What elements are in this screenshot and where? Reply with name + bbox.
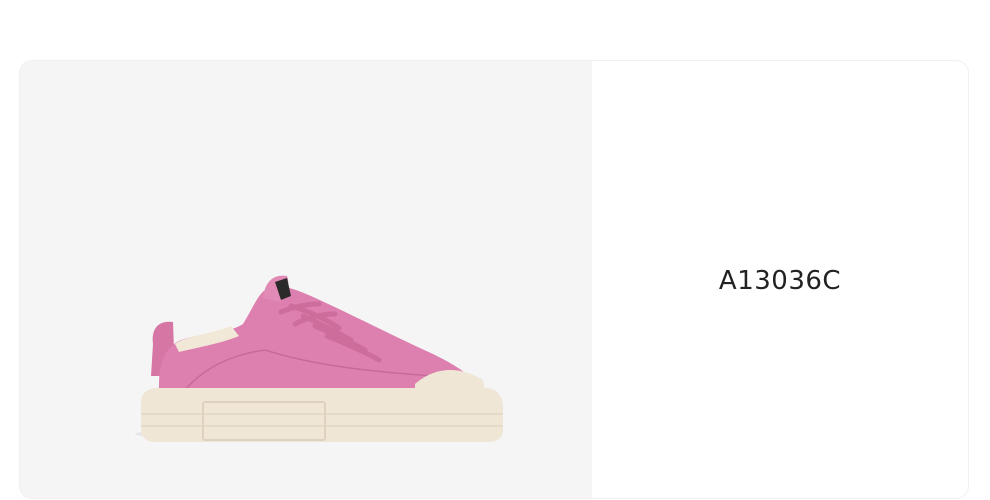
product-image-panel[interactable]	[20, 61, 592, 498]
product-sku: A13036C	[718, 265, 842, 296]
product-info-panel: A13036C	[592, 61, 968, 498]
product-image	[135, 275, 503, 442]
product-card[interactable]: A13036C	[20, 61, 968, 498]
